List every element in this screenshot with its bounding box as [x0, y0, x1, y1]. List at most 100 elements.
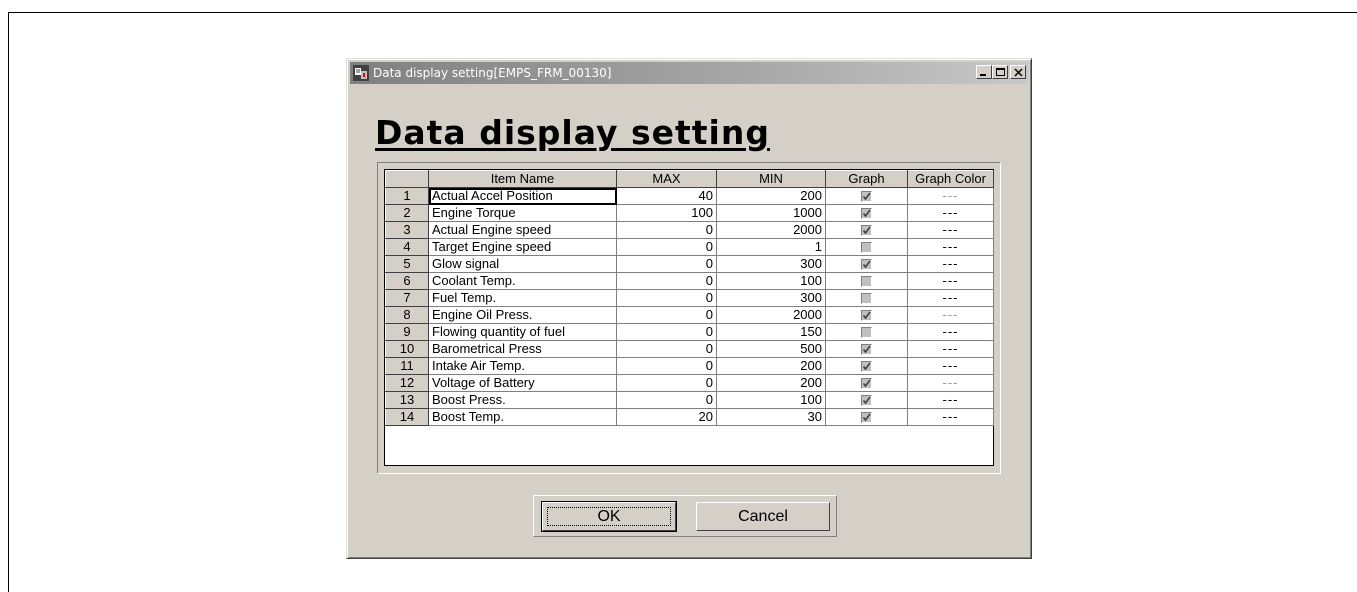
- table-row[interactable]: 14 Boost Temp. 20 30 ---: [385, 408, 994, 426]
- max-cell[interactable]: 0: [616, 255, 717, 273]
- header-max[interactable]: MAX: [616, 170, 717, 188]
- item-name-cell[interactable]: Actual Accel Position: [428, 187, 617, 205]
- item-name-cell[interactable]: Engine Oil Press.: [428, 306, 617, 324]
- min-cell[interactable]: 100: [716, 272, 826, 290]
- table-row[interactable]: 9 Flowing quantity of fuel 0 150 ---: [385, 323, 994, 341]
- row-number[interactable]: 3: [385, 221, 429, 239]
- header-graph-color[interactable]: Graph Color: [907, 170, 994, 188]
- graph-color-cell[interactable]: ---: [907, 374, 994, 392]
- graph-color-cell[interactable]: ---: [907, 357, 994, 375]
- header-graph[interactable]: Graph: [825, 170, 908, 188]
- min-cell[interactable]: 30: [716, 408, 826, 426]
- header-corner[interactable]: [385, 170, 429, 188]
- maximize-button[interactable]: [992, 65, 1008, 79]
- min-cell[interactable]: 2000: [716, 306, 826, 324]
- table-row[interactable]: 10 Barometrical Press 0 500 ---: [385, 340, 994, 358]
- graph-checkbox[interactable]: [861, 395, 872, 407]
- table-row[interactable]: 8 Engine Oil Press. 0 2000 ---: [385, 306, 994, 324]
- item-name-cell[interactable]: Fuel Temp.: [428, 289, 617, 307]
- min-cell[interactable]: 150: [716, 323, 826, 341]
- table-row[interactable]: 4 Target Engine speed 0 1 ---: [385, 238, 994, 256]
- row-number[interactable]: 9: [385, 323, 429, 341]
- graph-color-cell[interactable]: ---: [907, 306, 994, 324]
- graph-color-cell[interactable]: ---: [907, 221, 994, 239]
- table-row[interactable]: 11 Intake Air Temp. 0 200 ---: [385, 357, 994, 375]
- row-number[interactable]: 10: [385, 340, 429, 358]
- graph-color-cell[interactable]: ---: [907, 272, 994, 290]
- cancel-button[interactable]: Cancel: [696, 502, 830, 531]
- header-item-name[interactable]: Item Name: [428, 170, 617, 188]
- graph-checkbox[interactable]: [861, 276, 872, 288]
- max-cell[interactable]: 0: [616, 323, 717, 341]
- graph-color-cell[interactable]: ---: [907, 187, 994, 205]
- minimize-button[interactable]: [976, 65, 992, 79]
- table-row[interactable]: 13 Boost Press. 0 100 ---: [385, 391, 994, 409]
- max-cell[interactable]: 0: [616, 357, 717, 375]
- row-number[interactable]: 5: [385, 255, 429, 273]
- row-number[interactable]: 13: [385, 391, 429, 409]
- row-number[interactable]: 8: [385, 306, 429, 324]
- min-cell[interactable]: 300: [716, 289, 826, 307]
- min-cell[interactable]: 1: [716, 238, 826, 256]
- item-name-cell[interactable]: Boost Press.: [428, 391, 617, 409]
- table-row[interactable]: 1 Actual Accel Position 40 200 ---: [385, 187, 994, 205]
- graph-checkbox[interactable]: [861, 412, 872, 424]
- ok-button[interactable]: OK: [541, 501, 677, 532]
- min-cell[interactable]: 1000: [716, 204, 826, 222]
- min-cell[interactable]: 200: [716, 357, 826, 375]
- row-number[interactable]: 6: [385, 272, 429, 290]
- graph-checkbox[interactable]: [861, 310, 872, 322]
- graph-checkbox[interactable]: [861, 361, 872, 373]
- min-cell[interactable]: 200: [716, 187, 826, 205]
- graph-checkbox[interactable]: [861, 293, 872, 305]
- graph-color-cell[interactable]: ---: [907, 238, 994, 256]
- item-name-cell[interactable]: Actual Engine speed: [428, 221, 617, 239]
- graph-color-cell[interactable]: ---: [907, 408, 994, 426]
- graph-checkbox[interactable]: [861, 344, 872, 356]
- item-name-cell[interactable]: Target Engine speed: [428, 238, 617, 256]
- item-name-cell[interactable]: Boost Temp.: [428, 408, 617, 426]
- max-cell[interactable]: 20: [616, 408, 717, 426]
- min-cell[interactable]: 300: [716, 255, 826, 273]
- row-number[interactable]: 11: [385, 357, 429, 375]
- max-cell[interactable]: 0: [616, 221, 717, 239]
- table-row[interactable]: 2 Engine Torque 100 1000 ---: [385, 204, 994, 222]
- max-cell[interactable]: 100: [616, 204, 717, 222]
- graph-color-cell[interactable]: ---: [907, 289, 994, 307]
- item-name-cell[interactable]: Coolant Temp.: [428, 272, 617, 290]
- graph-checkbox[interactable]: [861, 327, 872, 339]
- table-row[interactable]: 12 Voltage of Battery 0 200 ---: [385, 374, 994, 392]
- graph-color-cell[interactable]: ---: [907, 323, 994, 341]
- max-cell[interactable]: 0: [616, 238, 717, 256]
- data-grid[interactable]: Item Name MAX MIN Graph Graph Color 1 Act…: [384, 169, 994, 466]
- graph-color-cell[interactable]: ---: [907, 391, 994, 409]
- header-min[interactable]: MIN: [716, 170, 826, 188]
- max-cell[interactable]: 0: [616, 374, 717, 392]
- min-cell[interactable]: 100: [716, 391, 826, 409]
- graph-checkbox[interactable]: [861, 191, 872, 203]
- min-cell[interactable]: 200: [716, 374, 826, 392]
- max-cell[interactable]: 40: [616, 187, 717, 205]
- table-row[interactable]: 5 Glow signal 0 300 ---: [385, 255, 994, 273]
- max-cell[interactable]: 0: [616, 306, 717, 324]
- table-row[interactable]: 3 Actual Engine speed 0 2000 ---: [385, 221, 994, 239]
- table-row[interactable]: 7 Fuel Temp. 0 300 ---: [385, 289, 994, 307]
- title-bar[interactable]: Data display setting[EMPS_FRM_00130]: [350, 62, 1028, 84]
- row-number[interactable]: 14: [385, 408, 429, 426]
- graph-checkbox[interactable]: [861, 225, 872, 237]
- graph-checkbox[interactable]: [861, 378, 872, 390]
- item-name-cell[interactable]: Engine Torque: [428, 204, 617, 222]
- item-name-cell[interactable]: Voltage of Battery: [428, 374, 617, 392]
- graph-checkbox[interactable]: [861, 242, 872, 254]
- item-name-cell[interactable]: Flowing quantity of fuel: [428, 323, 617, 341]
- row-number[interactable]: 4: [385, 238, 429, 256]
- min-cell[interactable]: 500: [716, 340, 826, 358]
- item-name-cell[interactable]: Intake Air Temp.: [428, 357, 617, 375]
- row-number[interactable]: 2: [385, 204, 429, 222]
- graph-checkbox[interactable]: [861, 259, 872, 271]
- table-row[interactable]: 6 Coolant Temp. 0 100 ---: [385, 272, 994, 290]
- row-number[interactable]: 1: [385, 187, 429, 205]
- graph-checkbox[interactable]: [861, 208, 872, 220]
- row-number[interactable]: 7: [385, 289, 429, 307]
- max-cell[interactable]: 0: [616, 340, 717, 358]
